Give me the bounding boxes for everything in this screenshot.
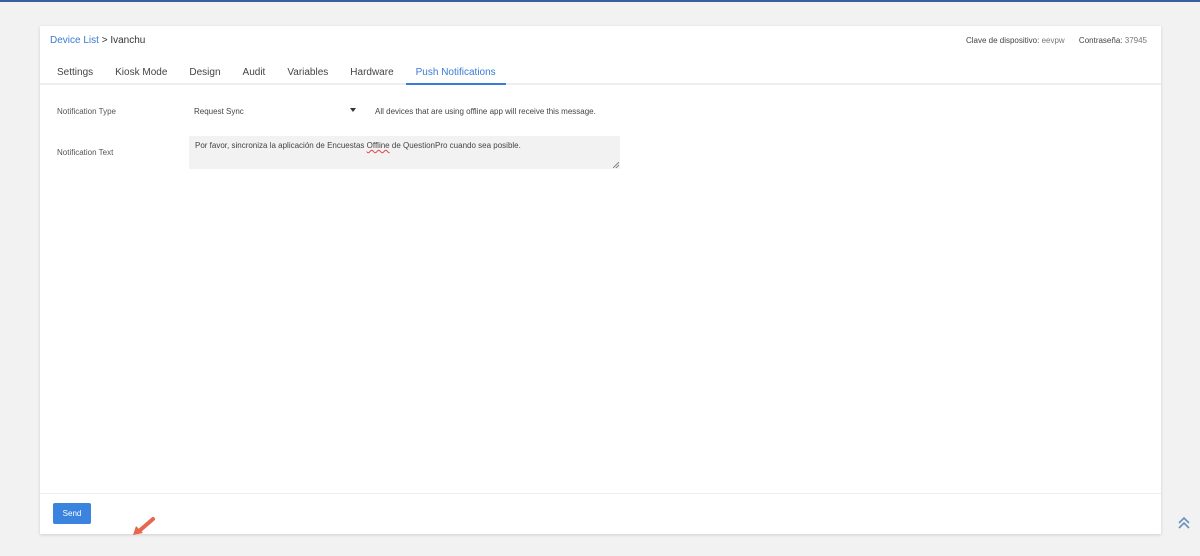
notification-text-label: Notification Text: [57, 148, 114, 157]
notification-type-label: Notification Type: [57, 107, 116, 116]
scroll-to-top-icon[interactable]: [1177, 516, 1191, 530]
breadcrumb-device-list-link[interactable]: Device List: [50, 35, 99, 46]
resize-handle-icon[interactable]: [613, 162, 619, 168]
device-card: Device List > Ivanchu Clave de dispositi…: [40, 26, 1161, 535]
tab-design[interactable]: Design: [179, 62, 230, 85]
caret-down-icon: [350, 108, 356, 112]
tab-kiosk-mode[interactable]: Kiosk Mode: [105, 62, 177, 85]
password-label: Contraseña:: [1078, 36, 1123, 45]
device-meta: Clave de dispositivo: eevpw Contraseña: …: [966, 36, 1147, 45]
tab-hardware[interactable]: Hardware: [340, 62, 403, 85]
send-button[interactable]: Send: [53, 503, 91, 524]
tab-push-notifications[interactable]: Push Notifications: [405, 62, 506, 85]
notification-type-select[interactable]: Request Sync: [190, 102, 360, 120]
notification-type-hint: All devices that are using offline app w…: [375, 107, 596, 116]
tab-audit[interactable]: Audit: [233, 62, 276, 85]
text-part: Por favor, sincroniza la aplicación de E…: [195, 141, 367, 150]
text-part: de QuestionPro cuando sea posible.: [389, 141, 521, 150]
device-key-value: eevpw: [1041, 36, 1065, 45]
notification-text-input[interactable]: Por favor, sincroniza la aplicación de E…: [189, 136, 620, 169]
tab-variables[interactable]: Variables: [277, 62, 338, 85]
footer-divider: [40, 493, 1161, 494]
tab-settings[interactable]: Settings: [47, 62, 103, 85]
notification-type-value: Request Sync: [194, 107, 244, 116]
breadcrumb-current: Ivanchu: [110, 35, 146, 46]
annotation-arrow-icon: [133, 517, 155, 535]
device-key-label: Clave de dispositivo:: [965, 36, 1040, 45]
tab-bar: Settings Kiosk Mode Design Audit Variabl…: [40, 62, 1161, 85]
password-value: 37945: [1124, 36, 1147, 45]
breadcrumb: Device List > Ivanchu: [50, 35, 145, 46]
misspelled-word: Offline: [366, 141, 390, 150]
breadcrumb-separator: >: [101, 35, 108, 46]
